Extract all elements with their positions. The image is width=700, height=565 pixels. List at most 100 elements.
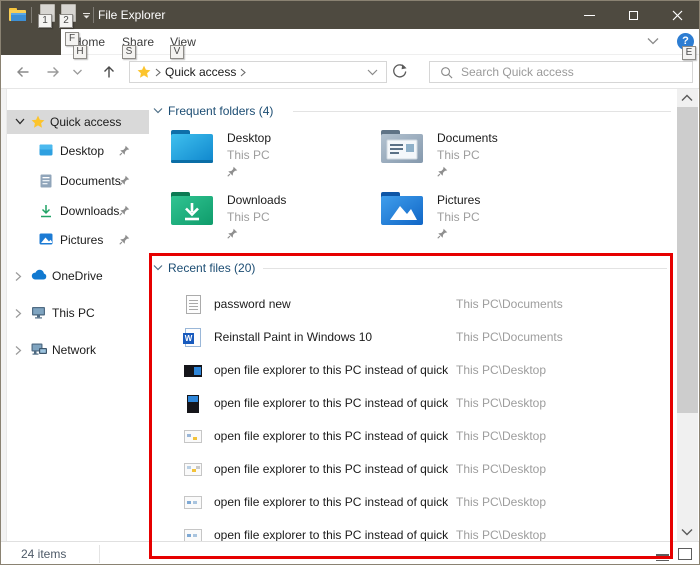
tile-location: This PC	[227, 210, 270, 224]
address-dropdown-chevron-icon[interactable]	[367, 69, 378, 76]
scroll-up-icon[interactable]	[681, 94, 693, 102]
file-name: open file explorer to this PC instead of…	[214, 429, 452, 443]
folder-tile-pictures[interactable]: Pictures This PC	[377, 187, 577, 245]
address-toolbar: Quick access	[1, 55, 699, 89]
forward-icon[interactable]	[45, 64, 61, 80]
recent-file-row[interactable]: W Reinstall Paint in Windows 10 This PC\…	[167, 326, 667, 350]
keytip-home: H	[73, 45, 87, 59]
sidebar-item-desktop[interactable]: Desktop	[7, 139, 149, 163]
maximize-icon	[628, 10, 638, 20]
onedrive-cloud-icon	[31, 269, 47, 280]
minimize-icon	[583, 14, 595, 16]
sidebar-item-label: Network	[52, 343, 97, 357]
sidebar-item-label: Documents	[60, 174, 121, 188]
keytip-share: S	[122, 45, 136, 59]
sidebar-item-documents[interactable]: Documents	[7, 169, 149, 193]
titlebar-separator	[31, 7, 32, 23]
search-icon	[441, 66, 453, 78]
scrollbar-thumb[interactable]	[677, 107, 698, 413]
file-path: This PC\Desktop	[456, 396, 547, 410]
titlebar-separator	[93, 7, 94, 23]
sidebar-item-onedrive[interactable]: OneDrive	[7, 264, 149, 288]
sidebar-item-downloads[interactable]: Downloads	[7, 199, 149, 223]
chevron-collapsed-icon[interactable]	[15, 271, 22, 282]
recent-file-row[interactable]: open file explorer to this PC instead of…	[167, 392, 667, 416]
group-header-rule	[263, 268, 667, 269]
recent-file-row[interactable]: open file explorer to this PC instead of…	[167, 458, 667, 482]
thumbnails-view-button[interactable]	[675, 545, 695, 563]
chevron-collapsed-icon[interactable]	[15, 308, 22, 319]
qat-customize-dropdown-icon[interactable]	[82, 13, 91, 19]
tile-name: Desktop	[227, 131, 272, 145]
folder-tile-documents[interactable]: Documents This PC	[377, 125, 577, 183]
star-icon	[31, 115, 45, 128]
folder-tile-downloads[interactable]: Downloads This PC	[167, 187, 367, 245]
refresh-icon[interactable]	[391, 63, 408, 80]
maximize-button[interactable]	[611, 1, 655, 29]
keytip-view: V	[170, 45, 184, 59]
image-thumbnail-icon	[184, 364, 202, 377]
sidebar-item-pictures[interactable]: Pictures	[7, 228, 149, 252]
file-explorer-logo-icon	[9, 8, 26, 21]
tile-location: This PC	[437, 148, 480, 162]
pin-icon	[119, 175, 130, 186]
keytip-qat1: 1	[38, 14, 52, 28]
file-name: open file explorer to this PC instead of…	[214, 363, 452, 377]
file-path: This PC\Desktop	[456, 495, 547, 509]
details-view-icon	[655, 553, 669, 561]
recent-file-row[interactable]: open file explorer to this PC instead of…	[167, 425, 667, 449]
search-input[interactable]	[461, 65, 692, 79]
folder-tile-desktop[interactable]: Desktop This PC	[167, 125, 367, 183]
sidebar-item-quick-access[interactable]: Quick access	[7, 110, 149, 134]
file-name: open file explorer to this PC instead of…	[214, 528, 452, 542]
group-collapse-chevron-icon[interactable]	[153, 264, 163, 272]
window-controls	[567, 1, 699, 29]
file-path: This PC\Documents	[456, 330, 563, 344]
sidebar-item-this-pc[interactable]: This PC	[7, 301, 149, 325]
recent-file-row[interactable]: open file explorer to this PC instead of…	[167, 491, 667, 515]
sidebar-item-label: Downloads	[60, 204, 120, 218]
computer-icon	[32, 307, 45, 319]
recent-files-header[interactable]: Recent files (20)	[168, 261, 255, 275]
image-thumbnail-icon	[184, 496, 202, 509]
items-count: 24 items	[21, 547, 67, 561]
pin-icon	[119, 234, 130, 245]
breadcrumb[interactable]: Quick access	[165, 65, 236, 79]
minimize-button[interactable]	[567, 1, 611, 29]
frequent-folders-header[interactable]: Frequent folders (4)	[168, 104, 273, 118]
file-name: open file explorer to this PC instead of…	[214, 396, 452, 410]
close-icon	[672, 10, 682, 20]
breadcrumb-chevron-icon	[155, 68, 161, 76]
sidebar-item-label: OneDrive	[52, 269, 103, 283]
file-name: open file explorer to this PC instead of…	[214, 495, 452, 509]
back-icon[interactable]	[15, 64, 31, 80]
sidebar-item-label: Desktop	[60, 144, 105, 158]
file-path: This PC\Desktop	[456, 462, 547, 476]
file-menu-button[interactable]	[1, 29, 61, 55]
scroll-down-icon[interactable]	[681, 528, 693, 536]
desktop-folder-icon	[171, 130, 213, 163]
details-view-button[interactable]	[652, 545, 672, 563]
sidebar-item-label: This PC	[52, 306, 95, 320]
recent-file-row[interactable]: open file explorer to this PC instead of…	[167, 359, 667, 383]
recent-locations-chevron-icon[interactable]	[72, 64, 83, 80]
thumbnails-view-icon	[678, 548, 692, 560]
close-button[interactable]	[655, 1, 699, 29]
chevron-down-icon[interactable]	[647, 37, 659, 45]
sidebar-item-network[interactable]: Network	[7, 338, 149, 362]
search-box[interactable]	[429, 61, 693, 83]
image-thumbnail-icon	[184, 430, 202, 443]
up-icon[interactable]	[101, 64, 117, 80]
recent-file-row[interactable]: password new This PC\Documents	[167, 293, 667, 317]
chevron-expanded-icon[interactable]	[15, 117, 25, 126]
content-scrollbar[interactable]	[677, 89, 698, 541]
breadcrumb-chevron-icon[interactable]	[240, 68, 247, 77]
title-bar: 1 2 File Explorer	[1, 1, 699, 29]
file-explorer-window: 1 2 File Explorer Home Share View ? F H	[0, 0, 700, 565]
file-name: open file explorer to this PC instead of…	[214, 462, 452, 476]
group-header-rule	[293, 111, 671, 112]
address-bar[interactable]: Quick access	[129, 61, 387, 83]
chevron-collapsed-icon[interactable]	[15, 345, 22, 356]
group-collapse-chevron-icon[interactable]	[153, 107, 163, 115]
file-name: password new	[214, 297, 291, 311]
